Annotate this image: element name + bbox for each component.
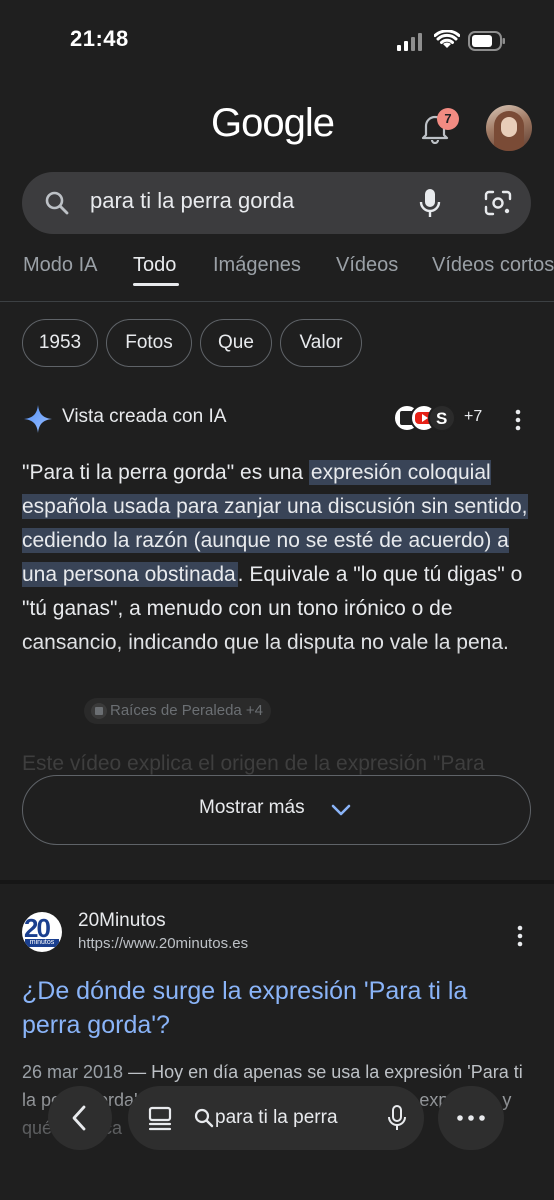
ai-text-intro: "Para ti la perra gorda" es una	[22, 461, 309, 484]
tab-modo-ia[interactable]: Modo IA	[23, 254, 97, 277]
ai-sparkle-icon	[24, 405, 52, 433]
status-time: 21:48	[70, 26, 129, 51]
battery-icon	[468, 31, 505, 51]
section-separator	[0, 880, 554, 884]
more-options-icon[interactable]	[509, 408, 527, 432]
result-options-icon[interactable]	[511, 924, 529, 948]
show-more-label: Mostrar más	[199, 797, 305, 818]
tab-videos-cortos[interactable]: Vídeos cortos	[432, 254, 554, 277]
notification-count-badge: 7	[437, 108, 459, 130]
ellipsis-icon	[457, 1115, 485, 1121]
address-search-icon	[194, 1108, 214, 1128]
site-favicon: 20 minutos	[22, 912, 62, 952]
citation-favicon-icon	[91, 703, 107, 719]
ai-overview-next-line: Este vídeo explica el origen de la expre…	[22, 752, 485, 775]
tab-videos[interactable]: Vídeos	[336, 254, 398, 277]
user-avatar[interactable]	[486, 105, 532, 151]
source-favicons-icon[interactable]: S	[392, 403, 458, 433]
google-lens-camera-icon[interactable]	[483, 189, 513, 217]
ai-overview-text: "Para ti la perra gorda" es una expresió…	[22, 456, 532, 660]
wifi-icon	[434, 30, 460, 48]
active-tab-indicator	[133, 283, 179, 286]
text-fade-overlay	[0, 640, 554, 770]
ai-overview-title: Vista creada con IA	[62, 406, 227, 427]
tab-todo[interactable]: Todo	[133, 254, 176, 277]
result-site-name[interactable]: 20Minutos	[78, 910, 166, 932]
chip-que[interactable]: Que	[200, 319, 272, 367]
svg-text:S: S	[436, 409, 447, 428]
cellular-signal-icon	[397, 33, 422, 51]
more-sources-count[interactable]: +7	[464, 408, 482, 426]
source-citation-chip[interactable]: Raíces de Peraleda +4	[84, 698, 272, 724]
chevron-down-icon	[331, 804, 351, 816]
tabs-overview-icon[interactable]	[146, 1105, 174, 1131]
chip-fotos[interactable]: Fotos	[106, 319, 192, 367]
google-logo[interactable]: Google	[211, 101, 335, 146]
tabs-divider	[0, 301, 554, 302]
address-mic-icon[interactable]	[386, 1104, 408, 1132]
back-arrow-icon	[72, 1105, 86, 1131]
chip-1953[interactable]: 1953	[22, 319, 98, 367]
result-url[interactable]: https://www.20minutos.es	[78, 935, 248, 952]
tab-imagenes[interactable]: Imágenes	[213, 254, 301, 277]
voice-search-mic-icon[interactable]	[417, 187, 443, 219]
chip-valor[interactable]: Valor	[280, 319, 362, 367]
search-input[interactable]: para ti la perra gorda	[90, 188, 294, 214]
result-title-link[interactable]: ¿De dónde surge la expresión 'Para ti la…	[22, 974, 532, 1042]
address-text[interactable]: para ti la perra gorda	[215, 1107, 340, 1129]
search-icon	[45, 191, 69, 215]
